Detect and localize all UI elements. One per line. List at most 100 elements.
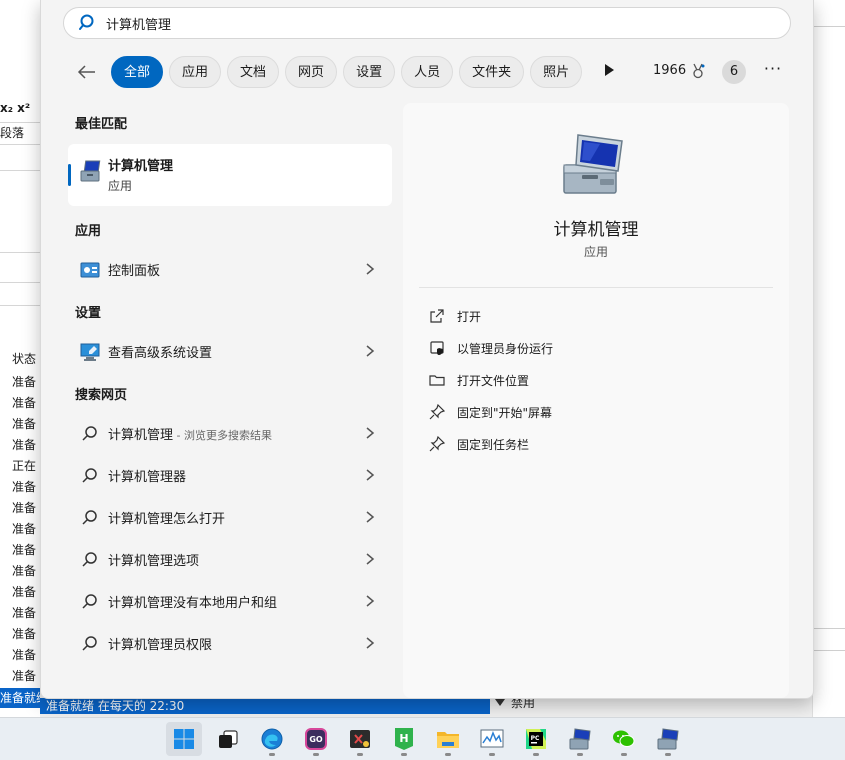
bg-row: 准备 xyxy=(12,438,37,452)
filter-bar: 全部 应用 文档 网页 设置 人员 文件夹 照片 xyxy=(75,55,588,89)
task-view-button[interactable] xyxy=(210,722,246,756)
back-arrow-icon xyxy=(77,65,95,79)
bg-row: 准备 xyxy=(12,375,37,389)
taskbar-computer-management[interactable] xyxy=(562,722,598,756)
taskbar-go-app[interactable]: GO xyxy=(298,722,334,756)
bg-row: 准备 xyxy=(12,606,37,620)
web-result-item[interactable]: 计算机管理选项 xyxy=(68,539,392,579)
best-match-name: 计算机管理 xyxy=(108,159,174,174)
tab-photos[interactable]: 照片 xyxy=(530,56,583,88)
bg-row: 准备 xyxy=(12,669,37,683)
tab-all[interactable]: 全部 xyxy=(111,56,164,88)
start-icon xyxy=(174,729,194,749)
chevron-right-icon xyxy=(366,427,375,439)
search-icon xyxy=(82,468,97,483)
svg-text:GO: GO xyxy=(309,735,323,744)
taskbar-file-explorer[interactable] xyxy=(430,722,466,756)
web-search-heading: 搜索网页 xyxy=(75,388,128,403)
action-label: 打开 xyxy=(457,309,482,324)
taskbar-pycharm[interactable]: PC xyxy=(518,722,554,756)
best-match-item[interactable]: 计算机管理 应用 xyxy=(68,144,392,206)
web-result-hint: - 浏览更多搜索结果 xyxy=(173,429,272,442)
bg-row: x₂ x² xyxy=(0,101,31,115)
tab-folders[interactable]: 文件夹 xyxy=(459,56,525,88)
detail-divider xyxy=(419,287,773,288)
search-box[interactable] xyxy=(63,7,791,39)
play-icon[interactable] xyxy=(601,62,617,78)
running-indicator xyxy=(533,753,539,756)
rewards-points[interactable]: 1966 xyxy=(653,62,706,80)
bg-row: 准备 xyxy=(12,396,37,410)
taskbar-media-app[interactable] xyxy=(342,722,378,756)
web-result-item[interactable]: 计算机管理没有本地用户和组 xyxy=(68,581,392,621)
taskbar-computer-management-2[interactable] xyxy=(650,722,686,756)
svg-text:PC: PC xyxy=(531,735,540,742)
tab-web[interactable]: 网页 xyxy=(285,56,338,88)
pin-icon xyxy=(429,404,445,420)
bg-row: 准备 xyxy=(12,564,37,578)
background-window-right xyxy=(812,0,845,717)
action-pin-to-start[interactable]: 固定到"开始"屏幕 xyxy=(429,400,552,424)
web-result-item[interactable]: 计算机管理器 xyxy=(68,455,392,495)
shield-icon xyxy=(430,341,444,355)
control-panel-icon xyxy=(80,262,100,278)
performance-monitor-icon xyxy=(480,729,504,748)
bg-selected-task: 准备就绪 在每天的 22:30 xyxy=(40,698,490,714)
tab-settings[interactable]: 设置 xyxy=(343,56,396,88)
bg-row: 段落 xyxy=(0,126,25,140)
taskbar-html-builder[interactable]: H xyxy=(386,722,422,756)
action-open[interactable]: 打开 xyxy=(429,304,481,328)
selection-accent xyxy=(68,164,71,186)
chevron-right-icon xyxy=(366,511,375,523)
web-result-label: 计算机管理 - 浏览更多搜索结果 xyxy=(108,428,272,443)
taskbar-edge[interactable] xyxy=(254,722,290,756)
action-label: 固定到"开始"屏幕 xyxy=(457,405,553,420)
action-run-as-admin[interactable]: 以管理员身份运行 xyxy=(429,336,553,360)
chevron-right-icon xyxy=(366,637,375,649)
action-label: 以管理员身份运行 xyxy=(457,341,554,356)
bg-row: 准备 xyxy=(12,417,37,431)
more-options-icon[interactable]: ··· xyxy=(763,61,783,80)
taskbar-wechat[interactable] xyxy=(606,722,642,756)
chevron-right-icon xyxy=(366,595,375,607)
search-icon xyxy=(82,510,97,525)
chevron-right-icon xyxy=(366,263,375,275)
running-indicator xyxy=(665,753,671,756)
app-item-control-panel[interactable]: 控制面板 xyxy=(68,249,392,289)
chevron-right-icon xyxy=(366,553,375,565)
chevron-right-icon xyxy=(366,469,375,481)
setting-item-advanced-system[interactable]: 查看高级系统设置 xyxy=(68,331,392,371)
task-view-icon xyxy=(219,730,238,748)
running-indicator xyxy=(621,753,627,756)
web-result-label: 计算机管理员权限 xyxy=(108,638,213,653)
svg-text:H: H xyxy=(399,732,408,745)
search-input[interactable] xyxy=(106,15,706,31)
web-result-item[interactable]: 计算机管理员权限 xyxy=(68,623,392,663)
bg-row: 状态 xyxy=(12,352,37,366)
action-pin-to-taskbar[interactable]: 固定到任务栏 xyxy=(429,432,529,456)
action-open-file-location[interactable]: 打开文件位置 xyxy=(429,368,529,392)
profile-badge[interactable]: 6 xyxy=(722,60,746,84)
tab-documents[interactable]: 文档 xyxy=(227,56,280,88)
points-value: 1966 xyxy=(653,63,687,78)
pycharm-icon: PC xyxy=(526,729,546,749)
web-result-item[interactable]: 计算机管理怎么打开 xyxy=(68,497,392,537)
start-button[interactable] xyxy=(166,722,202,756)
web-result-label: 计算机管理器 xyxy=(108,470,187,485)
search-panel: 全部 应用 文档 网页 设置 人员 文件夹 照片 1966 6 ··· 最佳匹配… xyxy=(40,0,814,699)
search-icon xyxy=(82,594,97,609)
running-indicator xyxy=(489,753,495,756)
action-label: 打开文件位置 xyxy=(457,373,530,388)
taskbar-performance-monitor[interactable] xyxy=(474,722,510,756)
tab-apps[interactable]: 应用 xyxy=(169,56,222,88)
bg-row: 准备 xyxy=(12,480,37,494)
search-icon xyxy=(79,14,94,30)
folder-icon xyxy=(429,375,445,386)
back-button[interactable] xyxy=(75,60,99,84)
bg-row: 准备 xyxy=(12,585,37,599)
detail-title: 计算机管理 xyxy=(553,220,639,240)
detail-pane: 计算机管理 应用 打开 以管理员身份运行 打开文件位置 固定到"开始"屏幕 固定… xyxy=(403,103,789,698)
bg-row: 正在 xyxy=(12,459,37,473)
tab-people[interactable]: 人员 xyxy=(401,56,454,88)
web-result-item[interactable]: 计算机管理 - 浏览更多搜索结果 xyxy=(68,413,392,453)
